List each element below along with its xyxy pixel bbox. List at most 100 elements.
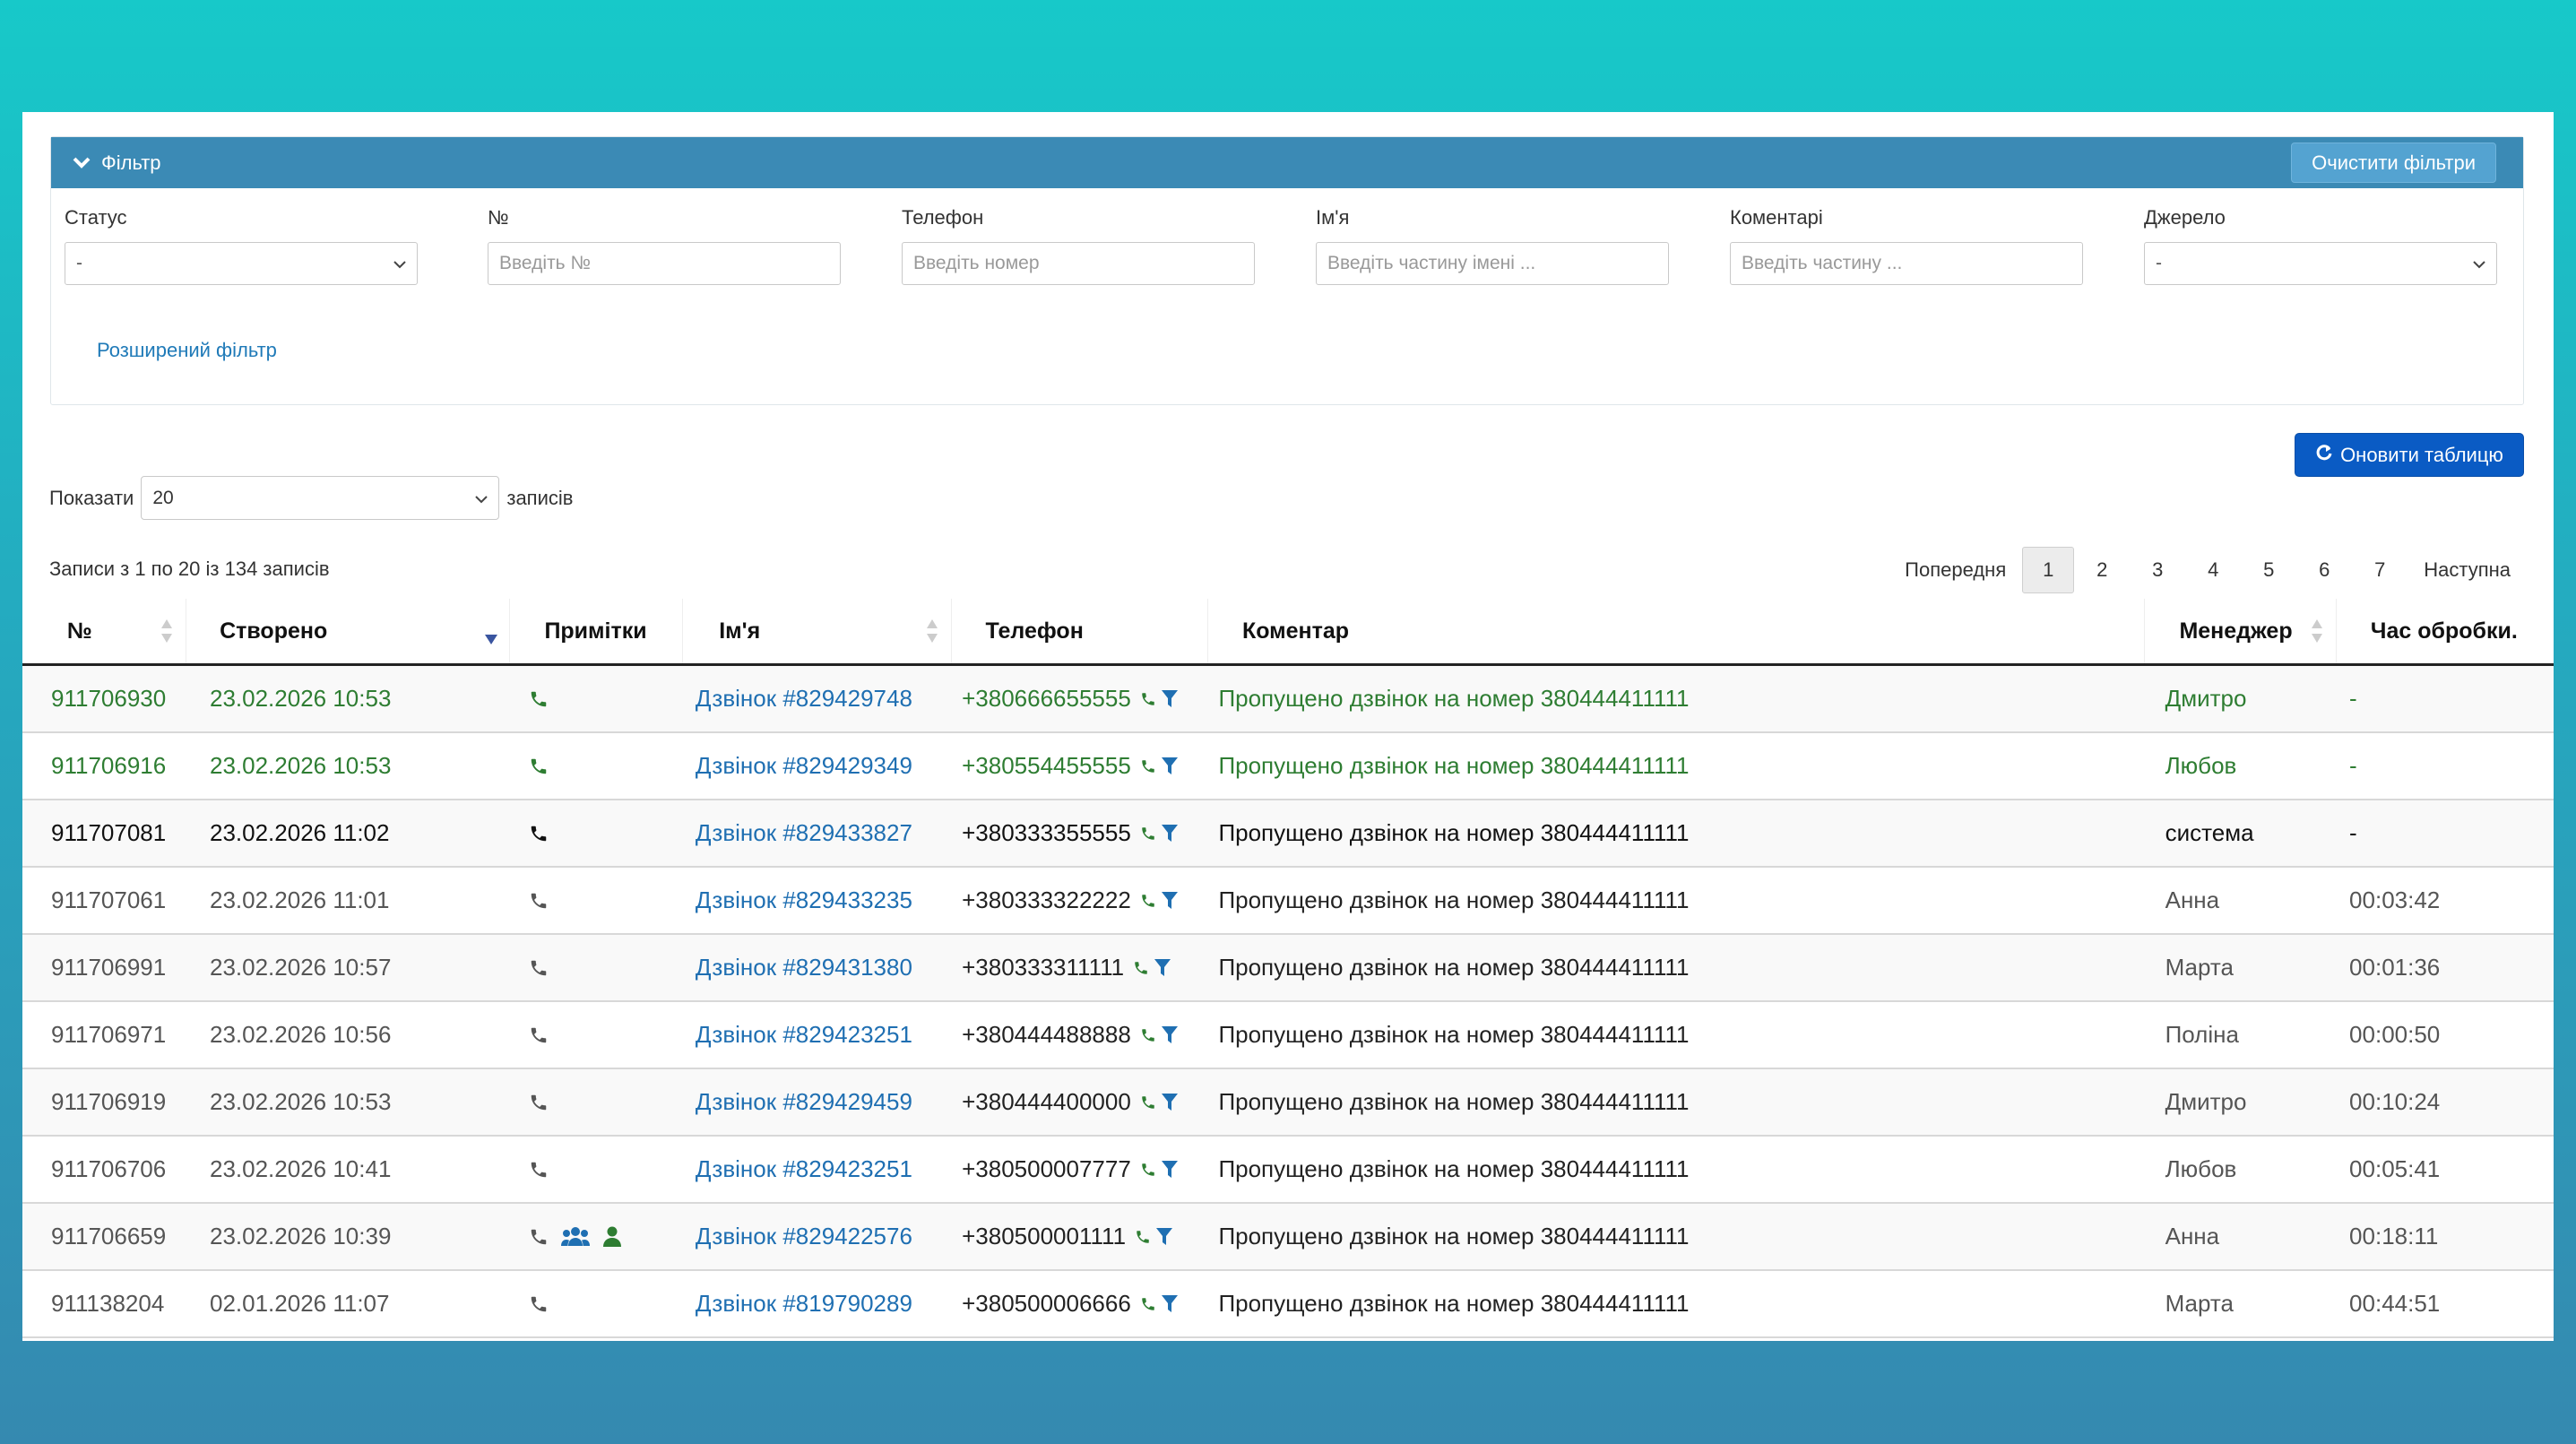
chevron-down-icon	[393, 253, 406, 274]
call-link[interactable]: Дзвінок #829422576	[696, 1223, 912, 1250]
table-row[interactable]: 911706930 23.02.2026 10:53 Дзвінок #8294…	[22, 666, 2554, 733]
table-row[interactable]: 911138204 02.01.2026 11:07 Дзвінок #8197…	[22, 1271, 2554, 1338]
phone-icon[interactable]	[1140, 689, 1156, 709]
call-link[interactable]: Дзвінок #829429748	[696, 685, 912, 713]
cell-comment: Пропущено дзвінок на номер 380444411111	[1218, 954, 1690, 981]
pagination-page-2[interactable]: 2	[2074, 547, 2130, 593]
phone-input[interactable]: Введіть номер	[902, 242, 1255, 285]
table-row[interactable]: 911706971 23.02.2026 10:56 Дзвінок #8294…	[22, 1002, 2554, 1069]
call-link[interactable]: Дзвінок #829429349	[696, 752, 912, 780]
phone-icon[interactable]	[529, 689, 549, 709]
name-label: Ім'я	[1316, 206, 1350, 229]
filter-icon[interactable]	[1161, 1093, 1178, 1112]
refresh-table-button[interactable]: Оновити таблицю	[2295, 433, 2524, 477]
cell-number: 911706706	[51, 1155, 167, 1182]
call-link[interactable]: Дзвінок #829431380	[696, 954, 912, 981]
filter-header[interactable]: Фільтр Очистити фільтри	[51, 137, 2523, 188]
phone-icon[interactable]	[1140, 891, 1156, 911]
user-icon[interactable]	[602, 1226, 622, 1247]
advanced-filter-link[interactable]: Розширений фільтр	[97, 339, 277, 362]
pagination-prev[interactable]: Попередня	[1889, 547, 2022, 593]
call-link[interactable]: Дзвінок #819790289	[696, 1290, 912, 1318]
cell-created: 23.02.2026 10:39	[209, 1223, 392, 1249]
table-row[interactable]: 911706659 23.02.2026 10:39 Дзвінок #8294…	[22, 1204, 2554, 1271]
pagination-page-7[interactable]: 7	[2352, 547, 2407, 593]
call-link[interactable]: Дзвінок #829433235	[696, 886, 912, 914]
cell-comment: Пропущено дзвінок на номер 380444411111	[1218, 1290, 1690, 1317]
phone-number: +380666655555	[962, 685, 1131, 712]
filter-icon[interactable]	[1154, 958, 1171, 978]
table-row[interactable]: 911706991 23.02.2026 10:57 Дзвінок #8294…	[22, 935, 2554, 1002]
column-header-phone: Телефон	[952, 599, 1208, 663]
pagination-page-4[interactable]: 4	[2185, 547, 2241, 593]
column-header-number[interactable]: №	[22, 599, 187, 663]
phone-icon[interactable]	[529, 958, 549, 978]
source-select[interactable]: -	[2144, 242, 2497, 285]
phone-icon[interactable]	[1133, 958, 1149, 978]
filter-icon[interactable]	[1161, 757, 1178, 776]
phone-icon[interactable]	[1140, 1294, 1156, 1314]
column-header-manager[interactable]: Менеджер	[2145, 599, 2337, 663]
phone-number: +380500001111	[962, 1223, 1127, 1249]
column-header-name[interactable]: Ім'я	[683, 599, 952, 663]
filter-title: Фільтр	[101, 151, 161, 174]
group-icon[interactable]	[560, 1226, 590, 1247]
page-size-select[interactable]: 20	[141, 476, 500, 520]
phone-icon[interactable]	[1140, 1093, 1156, 1112]
phone-icon[interactable]	[529, 824, 549, 843]
phone-number: +380500006666	[962, 1290, 1131, 1317]
phone-icon[interactable]	[529, 891, 549, 911]
pagination-page-1[interactable]: 1	[2022, 547, 2075, 593]
pagination-page-5[interactable]: 5	[2241, 547, 2296, 593]
phone-number: +380444488888	[962, 1021, 1131, 1048]
phone-icon[interactable]	[1140, 1160, 1156, 1180]
call-link[interactable]: Дзвінок #829423251	[696, 1155, 912, 1183]
filter-icon[interactable]	[1161, 1160, 1178, 1180]
call-link[interactable]: Дзвінок #829433827	[696, 819, 912, 847]
phone-icon[interactable]	[529, 1160, 549, 1180]
filter-icon[interactable]	[1156, 1227, 1173, 1247]
table-row[interactable]: 911706919 23.02.2026 10:53 Дзвінок #8294…	[22, 1069, 2554, 1137]
phone-icon[interactable]	[529, 1025, 549, 1045]
call-link[interactable]: Дзвінок #829429459	[696, 1088, 912, 1116]
filter-icon[interactable]	[1161, 891, 1178, 911]
call-link[interactable]: Дзвінок #829423251	[696, 1021, 912, 1049]
column-header-created[interactable]: Створено	[186, 599, 511, 663]
phone-icon[interactable]	[529, 1093, 549, 1112]
table-row[interactable]: 911707081 23.02.2026 11:02 Дзвінок #8294…	[22, 800, 2554, 868]
phone-icon[interactable]	[1140, 1025, 1156, 1045]
phone-icon[interactable]	[529, 1227, 549, 1247]
table-row[interactable]: 911706916 23.02.2026 10:53 Дзвінок #8294…	[22, 733, 2554, 800]
table-row[interactable]: 911707061 23.02.2026 11:01 Дзвінок #8294…	[22, 868, 2554, 935]
pagination-page-6[interactable]: 6	[2296, 547, 2352, 593]
pagination-next[interactable]: Наступна	[2407, 547, 2527, 593]
name-input[interactable]: Введіть частину імені ...	[1316, 242, 1669, 285]
phone-icon[interactable]	[529, 1294, 549, 1314]
phone-number: +380444400000	[962, 1088, 1131, 1115]
cell-manager: Любов	[2165, 1155, 2237, 1182]
filter-icon[interactable]	[1161, 824, 1178, 843]
phone-field: Телефон Введіть номер	[902, 206, 1255, 285]
pagination-page-3[interactable]: 3	[2130, 547, 2185, 593]
sort-desc-icon	[484, 626, 498, 653]
number-input[interactable]: Введіть №	[488, 242, 841, 285]
phone-icon[interactable]	[1140, 824, 1156, 843]
comments-input[interactable]: Введіть частину ...	[1730, 242, 2083, 285]
phone-icon[interactable]	[529, 757, 549, 776]
status-select[interactable]: -	[65, 242, 418, 285]
page-size-value: 20	[152, 487, 174, 508]
chevron-down-icon[interactable]	[73, 153, 92, 173]
cell-phone: +380666655555	[951, 666, 1207, 731]
filter-icon[interactable]	[1161, 1025, 1178, 1045]
status-value: -	[76, 253, 82, 273]
table-row[interactable]: 911706706 23.02.2026 10:41 Дзвінок #8294…	[22, 1137, 2554, 1204]
filter-icon[interactable]	[1161, 689, 1178, 709]
phone-icon[interactable]	[1135, 1227, 1151, 1247]
cell-manager: Дмитро	[2165, 1088, 2247, 1115]
filter-panel: Фільтр Очистити фільтри Статус - № Введі…	[50, 136, 2524, 405]
clear-filters-button[interactable]: Очистити фільтри	[2291, 143, 2496, 183]
phone-icon[interactable]	[1140, 757, 1156, 776]
cell-number: 911138204	[51, 1290, 165, 1317]
filter-icon[interactable]	[1161, 1294, 1178, 1314]
cell-number: 911706919	[51, 1088, 167, 1115]
